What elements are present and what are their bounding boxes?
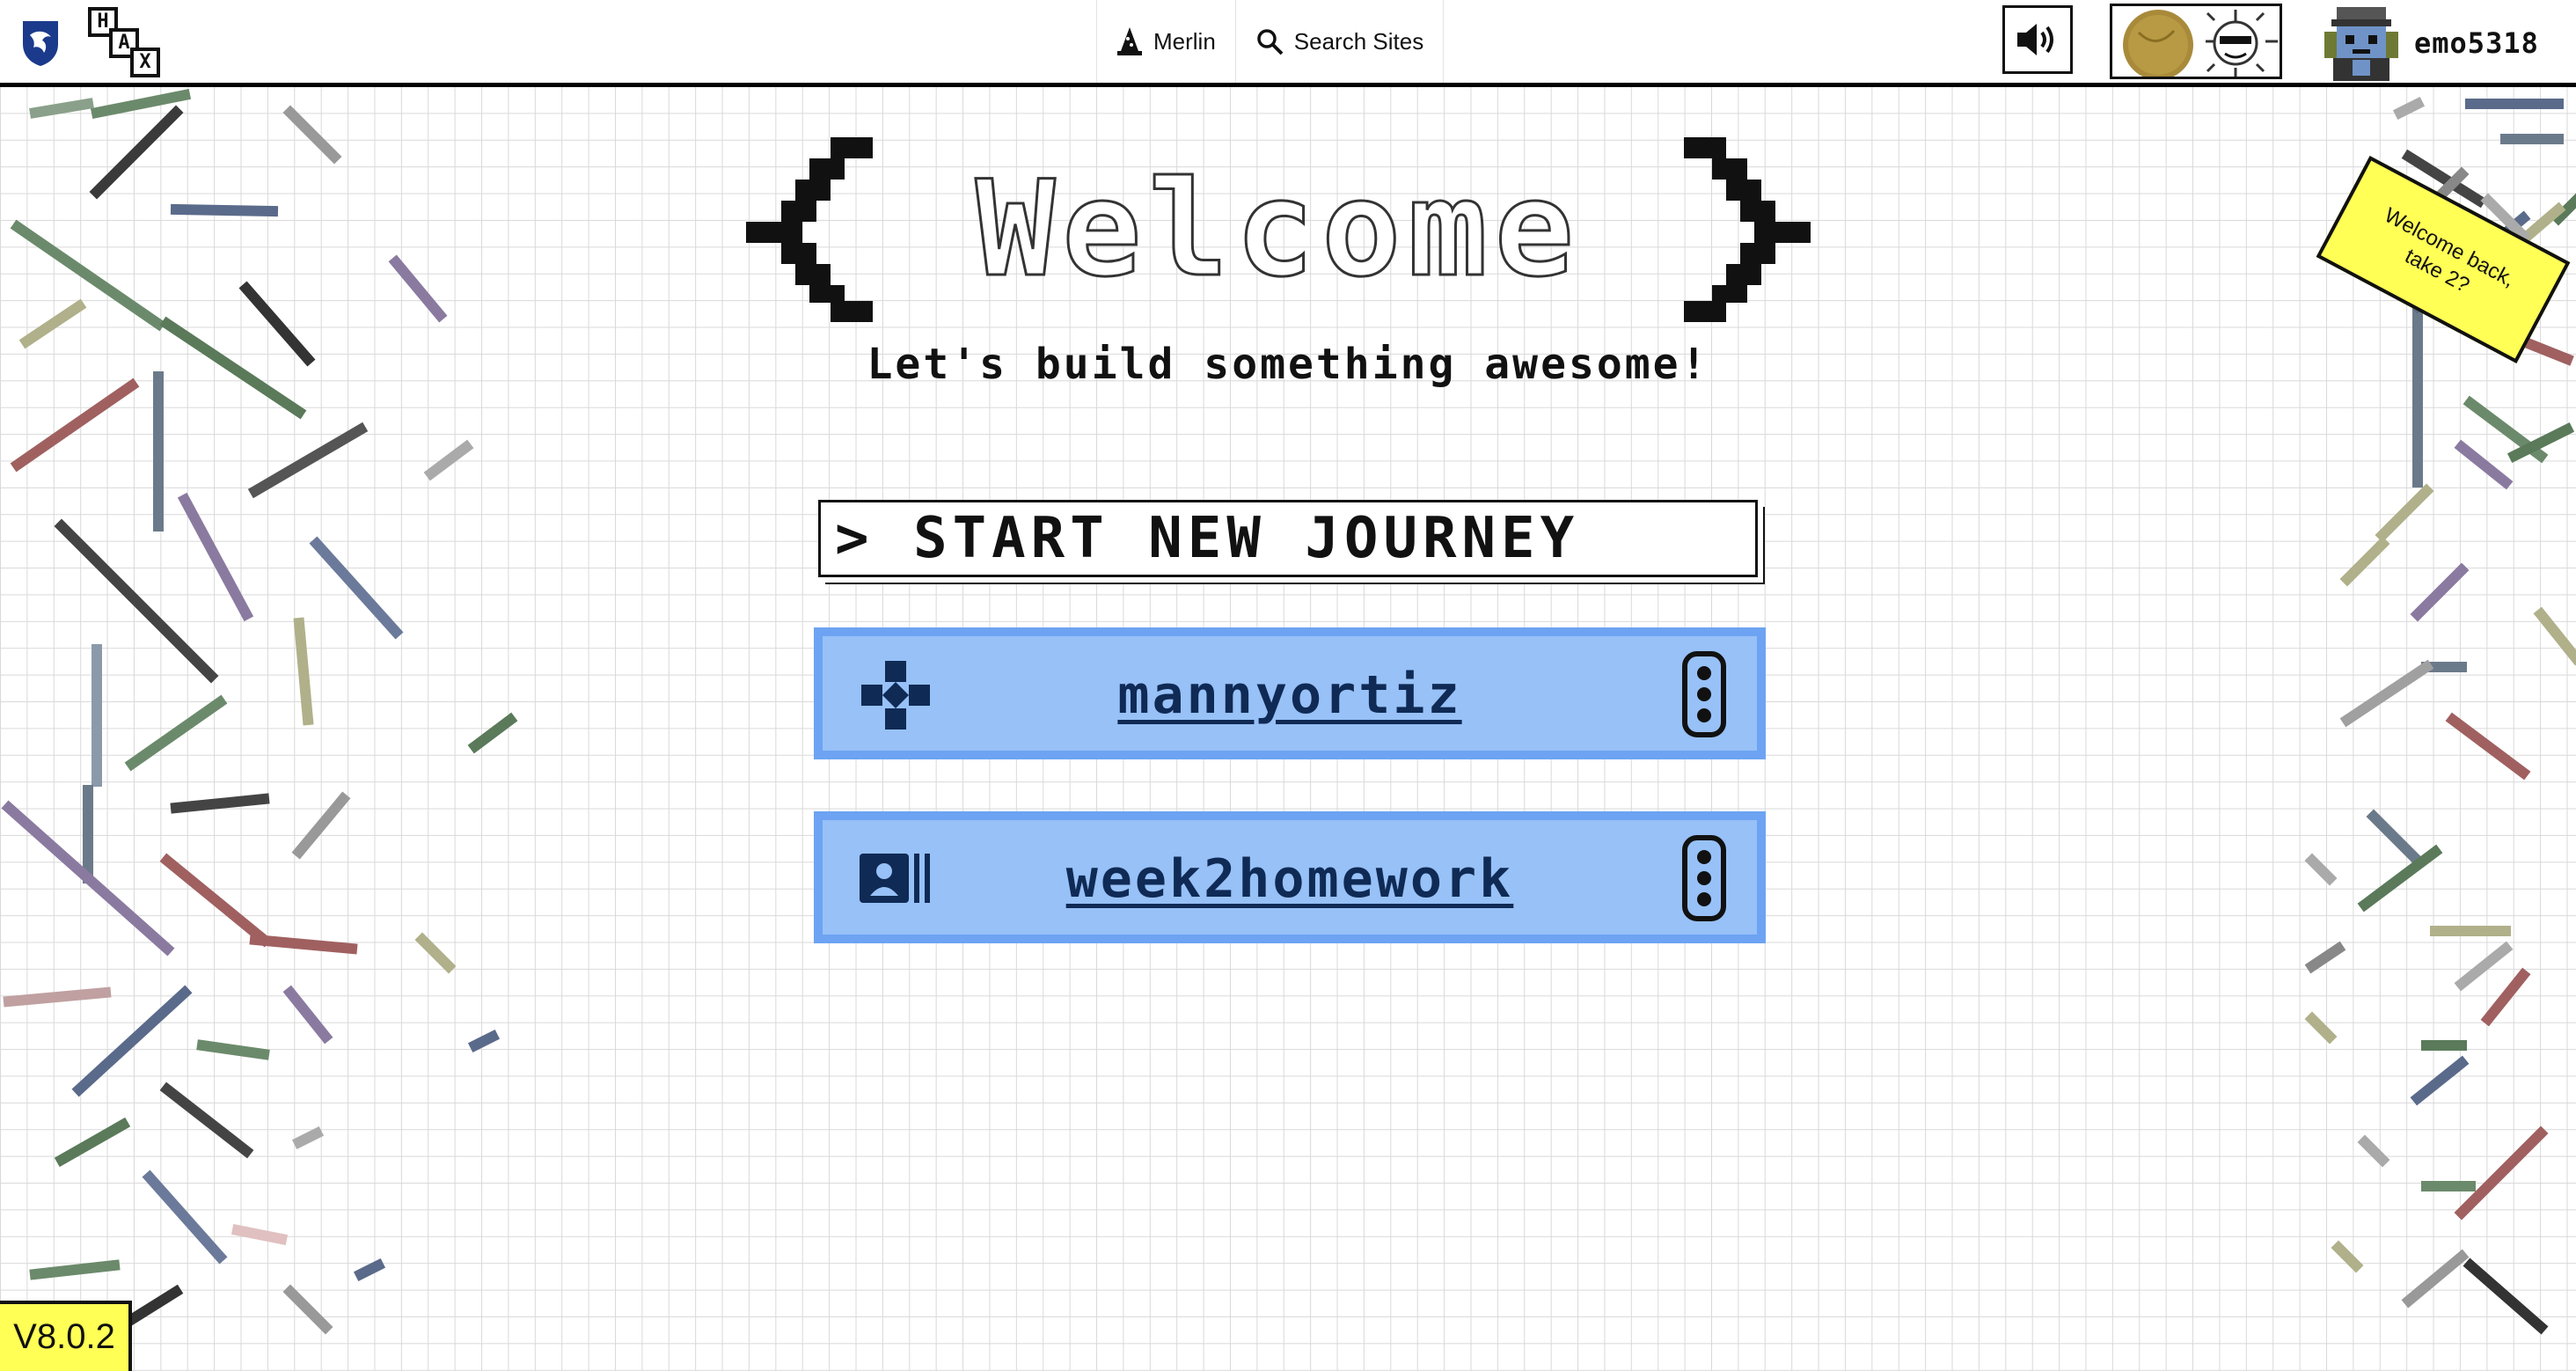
site-card-week2homework[interactable]: week2homework (814, 811, 1766, 943)
avatar[interactable] (2324, 5, 2398, 81)
shield-logo-icon[interactable] (19, 18, 62, 67)
merlin-button[interactable]: Merlin (1096, 0, 1236, 83)
wizard-hat-icon (1117, 27, 1142, 55)
version-badge: V8.0.2 (0, 1301, 132, 1371)
sun-moon-toggle-icon (2112, 6, 2280, 77)
left-confetti-decoration (1, 88, 518, 1344)
left-brace-icon (746, 137, 873, 322)
right-brace-icon (1684, 137, 1811, 322)
more-options-icon[interactable] (1681, 834, 1727, 922)
hax-letter-x: X (130, 48, 160, 77)
center-tools: Merlin Search Sites (1096, 0, 1445, 83)
search-icon (1257, 29, 1284, 55)
more-options-icon[interactable] (1681, 650, 1727, 738)
site-card-mannyortiz[interactable]: mannyortiz (814, 627, 1766, 759)
speaker-icon (2017, 24, 2053, 55)
top-bar: H A X Merlin Search Sites emo5318 (0, 0, 2576, 87)
hax-logo-icon[interactable]: H A X (88, 7, 160, 77)
search-sites-label: Search Sites (1293, 27, 1424, 55)
site-title[interactable]: week2homework (823, 848, 1757, 910)
search-sites-button[interactable]: Search Sites (1235, 0, 1445, 83)
theme-toggle-button[interactable] (2110, 4, 2282, 79)
sound-toggle-button[interactable] (2002, 5, 2073, 74)
start-new-journey-button[interactable]: > START NEW JOURNEY (818, 500, 1758, 577)
welcome-title: Welcome (974, 153, 1582, 306)
merlin-label: Merlin (1153, 27, 1216, 55)
site-title[interactable]: mannyortiz (823, 664, 1757, 726)
subtitle: Let's build something awesome! (867, 340, 1709, 389)
username[interactable]: emo5318 (2414, 26, 2539, 60)
welcome-heading: Welcome (746, 137, 1811, 322)
